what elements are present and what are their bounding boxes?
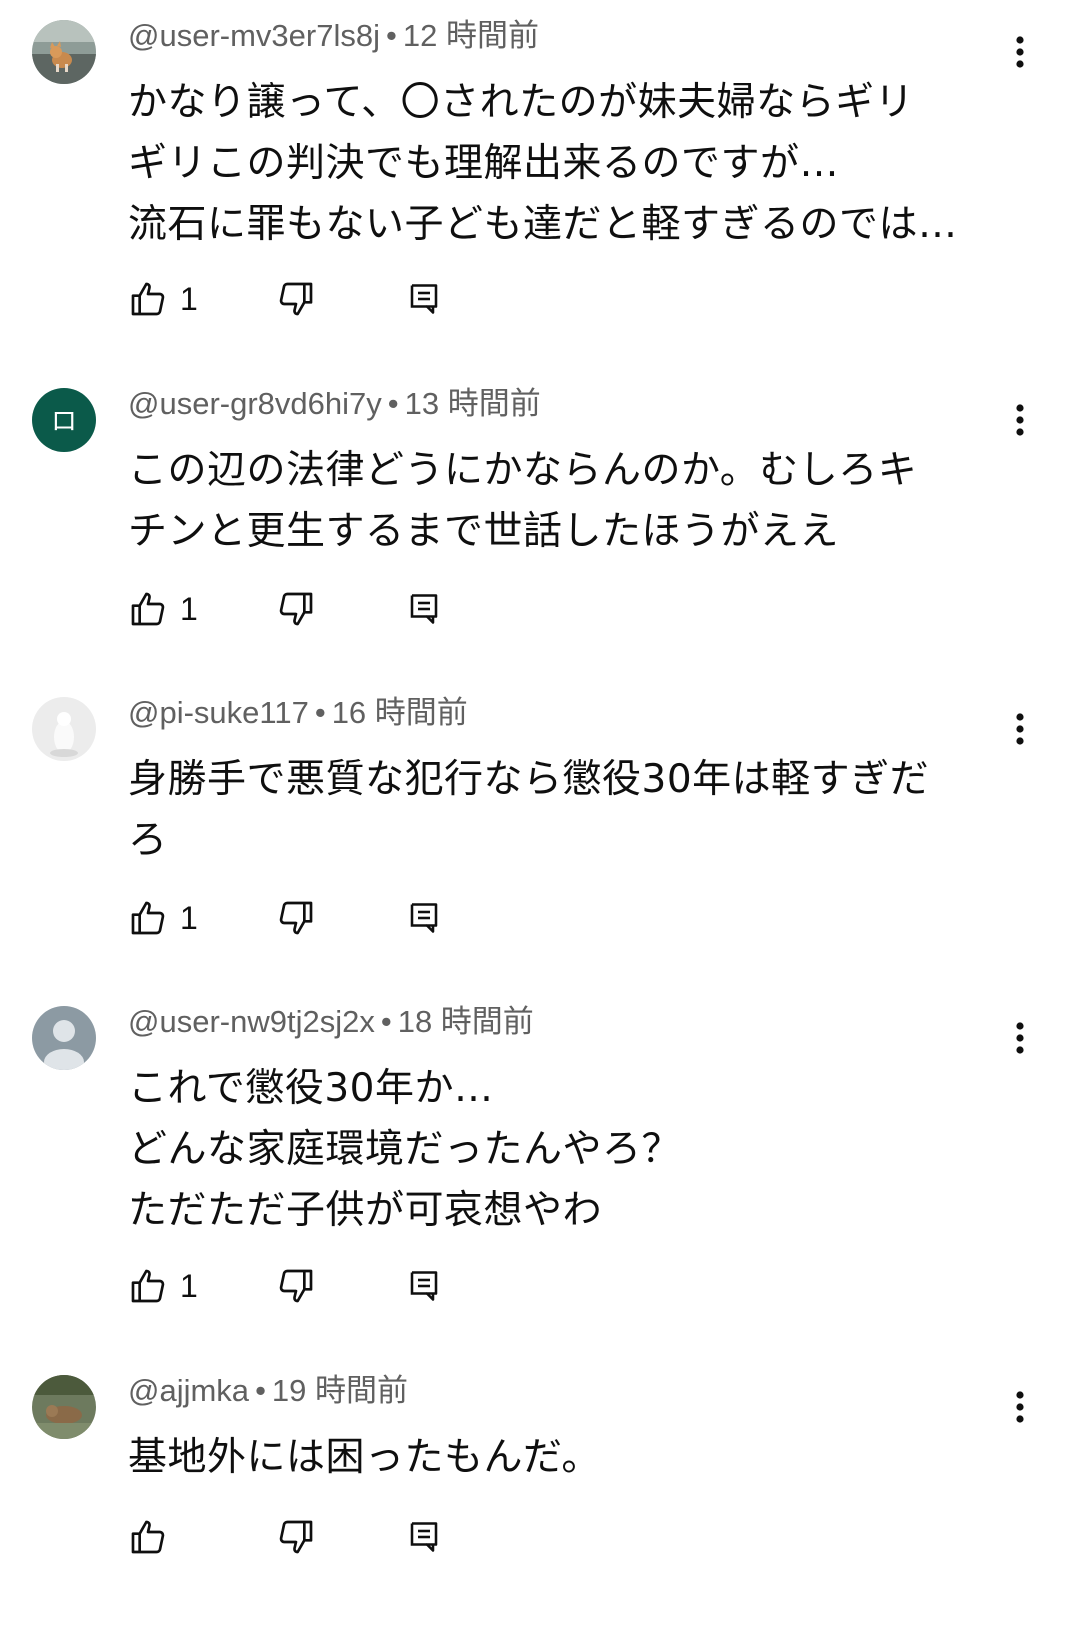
- comment-time: 19 時間前: [271, 1373, 409, 1408]
- thumbs-up-icon: [131, 901, 165, 935]
- comment-text: この辺の法律どうにかならんのか。むしろキ チンと更生するまで世話したほうがええ: [128, 440, 1008, 562]
- comment-time: 18 時間前: [397, 1004, 534, 1039]
- more-options-button[interactable]: [1000, 1014, 1040, 1062]
- comment-text: これで懲役30年か… どんな家庭環境だったんやろ？ ただただ子供が可哀想やわ: [128, 1058, 1008, 1241]
- avatar-letter: ロ: [51, 407, 77, 437]
- reply-button[interactable]: [406, 1262, 442, 1310]
- like-button[interactable]: 1: [128, 1262, 198, 1310]
- comment-actions: 1: [128, 275, 468, 323]
- dislike-button[interactable]: [276, 1262, 316, 1310]
- comment-text: 身勝手で悪質な犯行なら懲役30年は軽すぎだ ろ: [128, 749, 1008, 871]
- more-options-button[interactable]: [1000, 396, 1040, 444]
- comment-actions: [128, 1513, 468, 1561]
- comment-meta: @user-mv3er7ls8j • 12 時間前: [128, 16, 539, 56]
- meta-separator: •: [314, 695, 326, 730]
- comment-line: かなり譲って、〇されたのが妹夫婦ならギリ: [128, 80, 915, 125]
- thumbs-down-icon: [279, 282, 313, 316]
- comment-line: どんな家庭環境だったんやろ？: [128, 1127, 682, 1172]
- reply-comment-icon: [410, 1522, 438, 1552]
- comment-line: これで懲役30年か…: [128, 1066, 494, 1111]
- vertical-dots-icon: [1016, 713, 1024, 745]
- like-button[interactable]: 1: [128, 894, 198, 942]
- comment-meta: @user-nw9tj2sj2x • 18 時間前: [128, 1002, 534, 1042]
- comment-line: 身勝手で悪質な犯行なら懲役30年は軽すぎだ: [128, 757, 930, 802]
- comment-text: 基地外には困ったもんだ。: [128, 1427, 1008, 1488]
- reply-button[interactable]: [406, 1513, 442, 1561]
- comment-actions: 1: [128, 894, 468, 942]
- thumbs-up-icon: [131, 1269, 165, 1303]
- meta-separator: •: [385, 18, 397, 53]
- comment-line: 流石に罪もない子ども達だと軽すぎるのでは…: [128, 202, 958, 247]
- comment-actions: 1: [128, 585, 468, 633]
- comment-line: ろ: [128, 818, 168, 863]
- more-options-button[interactable]: [1000, 28, 1040, 76]
- comment-meta: @pi-suke117 • 16 時間前: [128, 693, 468, 733]
- vertical-dots-icon: [1016, 1391, 1024, 1423]
- reply-comment-icon: [410, 903, 438, 933]
- comment-actions: 1: [128, 1262, 468, 1310]
- author-handle[interactable]: @user-gr8vd6hi7y: [128, 386, 382, 421]
- thumbs-down-icon: [279, 592, 313, 626]
- author-handle[interactable]: @user-nw9tj2sj2x: [128, 1004, 375, 1039]
- more-options-button[interactable]: [1000, 705, 1040, 753]
- avatar[interactable]: [32, 1375, 96, 1439]
- vertical-dots-icon: [1016, 36, 1024, 68]
- author-handle[interactable]: @pi-suke117: [128, 695, 309, 730]
- comment-line: ギリこの判決でも理解出来るのですが…: [128, 141, 840, 186]
- thumbs-up-icon: [131, 1520, 165, 1554]
- reply-comment-icon: [410, 1271, 438, 1301]
- reply-comment-icon: [410, 594, 438, 624]
- dislike-button[interactable]: [276, 894, 316, 942]
- comment-line: この辺の法律どうにかならんのか。むしろキ: [128, 448, 918, 493]
- like-button[interactable]: [128, 1513, 180, 1561]
- reply-button[interactable]: [406, 585, 442, 633]
- comment-line: ただただ子供が可哀想やわ: [128, 1188, 603, 1233]
- comment-time: 12 時間前: [402, 18, 539, 53]
- avatar[interactable]: [32, 20, 96, 84]
- more-options-button[interactable]: [1000, 1383, 1040, 1431]
- comment-line: 基地外には困ったもんだ。: [128, 1435, 601, 1480]
- comment-time: 16 時間前: [331, 695, 468, 730]
- avatar[interactable]: [32, 1006, 96, 1070]
- vertical-dots-icon: [1016, 1022, 1024, 1054]
- thumbs-up-icon: [131, 282, 165, 316]
- like-count: 1: [180, 1267, 198, 1304]
- thumbs-down-icon: [279, 901, 313, 935]
- thumbs-down-icon: [279, 1269, 313, 1303]
- like-count: 1: [180, 899, 198, 936]
- reply-button[interactable]: [406, 894, 442, 942]
- dislike-button[interactable]: [276, 585, 316, 633]
- comment-meta: @user-gr8vd6hi7y • 13 時間前: [128, 384, 541, 424]
- avatar[interactable]: [32, 697, 96, 761]
- comment-text: かなり譲って、〇されたのが妹夫婦ならギリ ギリこの判決でも理解出来るのですが… …: [128, 72, 1008, 255]
- avatar[interactable]: ロ: [32, 388, 96, 452]
- thumbs-down-icon: [279, 1520, 313, 1554]
- like-count: 1: [180, 280, 198, 317]
- vertical-dots-icon: [1016, 404, 1024, 436]
- comment-line: チンと更生するまで世話したほうがええ: [128, 509, 840, 554]
- meta-separator: •: [380, 1004, 392, 1039]
- dislike-button[interactable]: [276, 275, 316, 323]
- dislike-button[interactable]: [276, 1513, 316, 1561]
- like-button[interactable]: 1: [128, 275, 198, 323]
- comment-meta: @ajjmka • 19 時間前: [128, 1371, 408, 1411]
- author-handle[interactable]: @ajjmka: [128, 1373, 249, 1408]
- thumbs-up-icon: [131, 592, 165, 626]
- author-handle[interactable]: @user-mv3er7ls8j: [128, 18, 380, 53]
- comment-time: 13 時間前: [404, 386, 541, 421]
- like-button[interactable]: 1: [128, 585, 198, 633]
- meta-separator: •: [255, 1373, 266, 1408]
- reply-comment-icon: [410, 284, 438, 314]
- like-count: 1: [180, 590, 198, 627]
- reply-button[interactable]: [406, 275, 442, 323]
- meta-separator: •: [387, 386, 399, 421]
